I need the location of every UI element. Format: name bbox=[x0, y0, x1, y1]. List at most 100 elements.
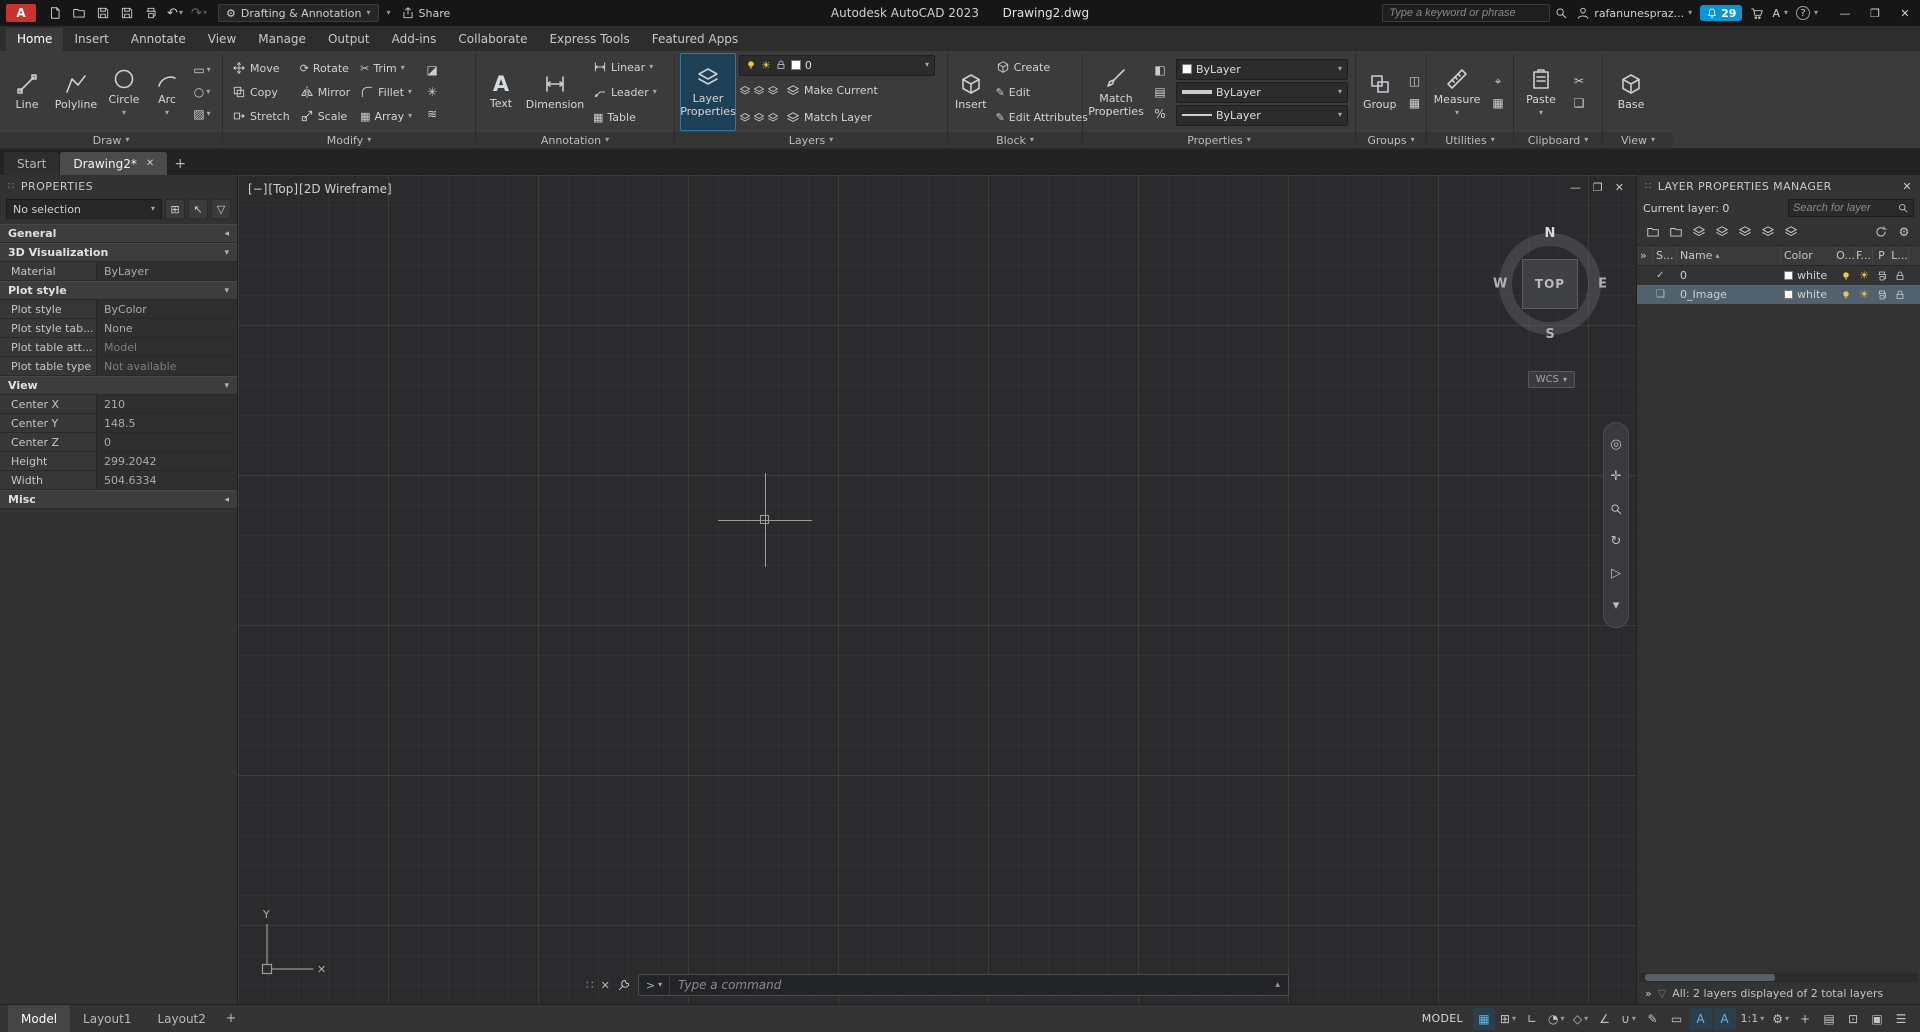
property-row[interactable]: Width 504.6334 bbox=[0, 471, 237, 490]
layer-name[interactable]: 0 bbox=[1677, 269, 1781, 282]
viewcube-south[interactable]: S bbox=[1545, 327, 1554, 342]
clipboard-panel-label[interactable]: Clipboard▾ bbox=[1514, 131, 1602, 148]
properties-section-header[interactable]: General bbox=[0, 224, 237, 243]
annotation-monitor-icon[interactable]: + bbox=[1794, 1008, 1816, 1030]
polyline-button[interactable]: Polyline bbox=[52, 53, 100, 131]
property-row[interactable]: Center Y 148.5 bbox=[0, 414, 237, 433]
scrollbar-thumb[interactable] bbox=[1645, 974, 1775, 981]
new-layer-vp-frozen-button[interactable] bbox=[1735, 223, 1755, 241]
property-row[interactable]: Material ByLayer bbox=[0, 262, 237, 281]
properties-panel-label[interactable]: Properties▾ bbox=[1083, 131, 1355, 148]
isometric-drafting-icon[interactable]: ◇ ▾ bbox=[1570, 1008, 1592, 1030]
new-group-filter-button[interactable] bbox=[1666, 223, 1686, 241]
groups-panel-label[interactable]: Groups▾ bbox=[1356, 131, 1426, 148]
redo-button[interactable]: ↷ ▾ bbox=[188, 3, 210, 23]
layer-plot-icon[interactable] bbox=[1876, 289, 1888, 301]
cart-icon[interactable] bbox=[1750, 6, 1764, 20]
refresh-icon[interactable] bbox=[1871, 223, 1891, 241]
hatch-button[interactable]: ▨▾ bbox=[191, 105, 213, 123]
object-color-dropdown[interactable]: ByLayer ▾ bbox=[1176, 59, 1348, 80]
property-value[interactable]: ByLayer bbox=[96, 262, 237, 280]
rectangle-button[interactable]: ▭▾ bbox=[191, 61, 213, 79]
ortho-mode-icon[interactable]: ∟ bbox=[1521, 1008, 1543, 1030]
ribbon-tab[interactable]: Manage bbox=[247, 28, 317, 51]
close-palette-icon[interactable]: ✕ bbox=[1902, 180, 1912, 193]
collapse-panel-button[interactable]: » bbox=[1645, 987, 1652, 1000]
toolbar-spacer[interactable] bbox=[1804, 223, 1868, 241]
group-edit-button[interactable]: ▦ bbox=[1404, 94, 1426, 112]
polar-tracking-icon[interactable]: ◔ ▾ bbox=[1545, 1008, 1568, 1030]
properties-section-header[interactable]: 3D Visualization bbox=[0, 243, 237, 262]
ribbon-tab[interactable]: Output bbox=[317, 28, 381, 51]
help-menu[interactable]: ? ▾ bbox=[1796, 6, 1818, 20]
layer-freeze-icon[interactable]: ☀ bbox=[1859, 289, 1869, 300]
layout-tab[interactable]: Model bbox=[8, 1005, 70, 1032]
arc-button[interactable]: Arc ▾ bbox=[148, 53, 186, 131]
layer-unisolate-icon[interactable] bbox=[753, 85, 765, 97]
edit-attributes-button[interactable]: ✎Edit Attributes bbox=[992, 105, 1092, 129]
base-view-button[interactable]: Base bbox=[1608, 53, 1654, 131]
pan-icon[interactable]: ✛ bbox=[1605, 466, 1627, 488]
explode-button[interactable]: ✳ bbox=[421, 83, 443, 101]
mirror-button[interactable]: Mirror bbox=[296, 80, 354, 104]
zoom-icon[interactable] bbox=[1605, 498, 1627, 520]
edit-block-button[interactable]: ✎Edit bbox=[992, 80, 1092, 104]
utilities-panel-label[interactable]: Utilities▾ bbox=[1427, 131, 1513, 148]
invert-filter-icon[interactable]: ▽ bbox=[1658, 987, 1666, 1000]
new-tab-button[interactable]: + bbox=[168, 152, 192, 175]
column-status[interactable]: S... bbox=[1653, 246, 1677, 265]
property-value[interactable]: Not available bbox=[96, 357, 237, 375]
selection-cycling-icon[interactable]: ▭ bbox=[1666, 1008, 1688, 1030]
match-layer-button[interactable]: Match Layer bbox=[782, 106, 876, 130]
property-row[interactable]: Center X 210 bbox=[0, 395, 237, 414]
drawing-canvas[interactable]: [−] [Top] [2D Wireframe] — ❐ ✕ N S W E T… bbox=[238, 175, 1636, 1004]
quick-select-button[interactable]: ▽ bbox=[211, 199, 231, 219]
move-button[interactable]: Move bbox=[228, 56, 294, 80]
clean-screen-icon[interactable]: ▣ bbox=[1866, 1008, 1888, 1030]
new-drawing-button[interactable] bbox=[44, 3, 66, 23]
window-close-button[interactable]: ✕ bbox=[1890, 0, 1920, 26]
file-tab-drawing2[interactable]: Drawing2* ✕ bbox=[60, 152, 167, 175]
viewcube-north[interactable]: N bbox=[1545, 226, 1556, 241]
window-minimize-button[interactable]: — bbox=[1830, 0, 1860, 26]
layer-states-manager-button[interactable] bbox=[1689, 223, 1709, 241]
layout-tab[interactable]: Layout2 bbox=[144, 1005, 218, 1032]
copy-clip-button[interactable]: ❏ bbox=[1568, 94, 1590, 112]
horizontal-scrollbar[interactable] bbox=[1639, 973, 1918, 982]
set-current-layer-button[interactable] bbox=[1781, 223, 1801, 241]
quick-properties-icon[interactable]: ▤ bbox=[1818, 1008, 1840, 1030]
delete-layer-button[interactable] bbox=[1758, 223, 1778, 241]
paste-button[interactable]: Paste ▾ bbox=[1519, 53, 1563, 131]
customization-icon[interactable]: ☰ bbox=[1890, 1008, 1912, 1030]
file-tab-start[interactable]: Start bbox=[4, 152, 59, 175]
property-value[interactable]: None bbox=[96, 319, 237, 337]
layer-dropdown[interactable]: ☀ 0 ▾ bbox=[739, 55, 935, 76]
layer-row[interactable]: ✓ 0 white ☀ bbox=[1637, 266, 1920, 285]
property-value[interactable]: 0 bbox=[96, 433, 237, 451]
viewcube-top-face[interactable]: TOP bbox=[1522, 259, 1578, 309]
orbit-icon[interactable]: ↻ bbox=[1605, 530, 1627, 552]
command-customize-icon[interactable] bbox=[617, 978, 631, 992]
layer-plot-icon[interactable] bbox=[1876, 270, 1888, 282]
search-icon[interactable] bbox=[1897, 202, 1909, 214]
dimension-button[interactable]: Dimension bbox=[524, 53, 586, 131]
layer-freeze-tool-icon[interactable] bbox=[767, 85, 779, 97]
cut-button[interactable]: ✂ bbox=[1568, 72, 1590, 90]
account-menu[interactable]: rafanunespraz... ▾ bbox=[1576, 6, 1692, 20]
column-on[interactable]: O... bbox=[1837, 246, 1855, 265]
copy-button[interactable]: Copy bbox=[228, 80, 294, 104]
graphics-performance-icon[interactable]: ⊡ bbox=[1842, 1008, 1864, 1030]
layer-name[interactable]: 0_Image bbox=[1677, 288, 1781, 301]
ucs-icon[interactable]: Y ✕ bbox=[260, 908, 336, 980]
share-button[interactable]: Share bbox=[401, 6, 451, 20]
layer-lock-icon[interactable] bbox=[1894, 270, 1906, 282]
navbar-menu-icon[interactable]: ▾ bbox=[1605, 595, 1627, 617]
rotate-button[interactable]: ⟳Rotate bbox=[296, 56, 354, 80]
ribbon-tab[interactable]: Annotate bbox=[120, 28, 197, 51]
column-color[interactable]: Color bbox=[1781, 246, 1837, 265]
ungroup-button[interactable]: ◫ bbox=[1404, 72, 1426, 90]
property-value[interactable]: 210 bbox=[96, 395, 237, 413]
circle-button[interactable]: Circle ▾ bbox=[103, 53, 145, 131]
viewport-restore-icon[interactable]: ❐ bbox=[1593, 181, 1603, 194]
layer-search-input[interactable] bbox=[1793, 202, 1894, 214]
